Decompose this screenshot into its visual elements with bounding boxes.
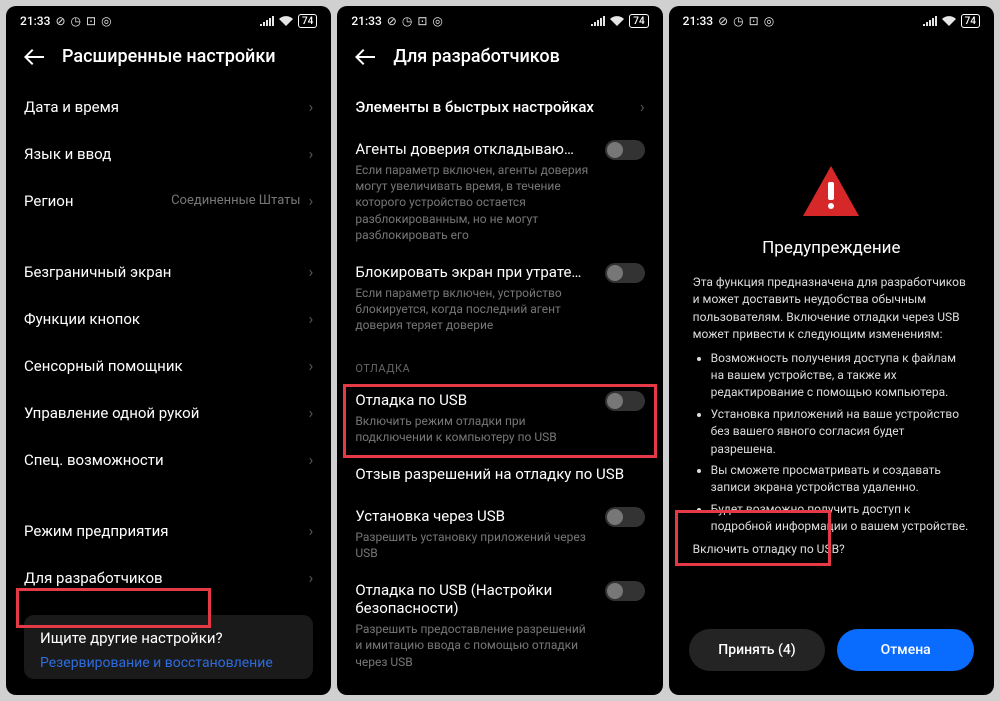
toggle[interactable] [605,581,645,601]
battery-icon: 74 [629,14,648,28]
alarm-off-icon: ⊘ [55,14,65,28]
item-lock-on-trust-lost[interactable]: Блокировать экран при утрате… Если парам… [355,253,644,344]
chevron-right-icon: › [309,97,314,116]
item-onehand[interactable]: Управление одной рукой › [24,389,313,436]
phone-screen-1: 21:33 ⊘ ◷ ⊡ ◎ 74 Расширенные настройки Д… [6,6,331,695]
toggle[interactable] [605,263,645,283]
cancel-button[interactable]: Отмена [837,629,974,671]
chevron-right-icon: › [309,521,314,540]
signal-icon [923,16,937,26]
chevron-right-icon: › [309,356,314,375]
chevron-right-icon: › [309,191,314,210]
accept-button[interactable]: Принять (4) [689,629,826,671]
signal-icon [260,16,274,26]
status-bar: 21:33 ⊘ ◷ ⊡ ◎ 74 [337,6,662,36]
item-edgeless[interactable]: Безграничный экран › [24,248,313,295]
chevron-right-icon: › [309,403,314,422]
back-icon[interactable] [24,49,44,65]
alarm-off-icon: ⊘ [718,14,728,28]
camera-icon: ◎ [764,14,774,28]
item-usb-security[interactable]: Отладка по USB (Настройки безопасности) … [355,571,644,680]
item-trust-agents[interactable]: Агенты доверия откладываю… Если параметр… [355,130,644,253]
item-region[interactable]: Регион Соединенные Штаты › [24,177,313,224]
item-install-usb[interactable]: Установка через USB Разрешить установку … [355,497,644,571]
camera-icon: ◎ [101,14,111,28]
item-revoke-usb[interactable]: Отзыв разрешений на отладку по USB [355,455,644,497]
battery-icon: 74 [298,14,317,28]
camera-icon: ◎ [432,14,442,28]
toggle[interactable] [605,140,645,160]
wifi-icon [279,16,293,26]
highlight-usb-debug [343,384,656,458]
item-quick-settings[interactable]: Элементы в быстрых настройках › [355,83,644,130]
wifi-icon [610,16,624,26]
chevron-right-icon: › [309,309,314,328]
page-title: Для разработчиков [393,46,560,67]
chevron-right-icon: › [309,262,314,281]
toggle[interactable] [605,507,645,527]
dialog-title: Предупреждение [762,238,900,258]
dialog-buttons: Принять (4) Отмена [669,615,994,695]
section-debug: ОТЛАДКА [355,344,644,381]
status-bar: 21:33 ⊘ ◷ ⊡ ◎ 74 [6,6,331,36]
dnd-icon: ⊡ [749,14,759,28]
chevron-right-icon: › [640,97,645,116]
alarm-off-icon: ⊘ [387,14,397,28]
phone-screen-2: 21:33 ⊘ ◷ ⊡ ◎ 74 Для разработчиков Элеме… [337,6,662,695]
chevron-right-icon: › [309,144,314,163]
battery-icon: 74 [961,14,980,28]
chevron-right-icon: › [309,450,314,469]
item-language[interactable]: Язык и ввод › [24,130,313,177]
item-enterprise[interactable]: Режим предприятия › [24,507,313,554]
dnd-icon: ⊡ [417,14,427,28]
header: Расширенные настройки [6,36,331,83]
page-title: Расширенные настройки [62,46,276,67]
dnd-icon: ⊡ [86,14,96,28]
item-touch-assistant[interactable]: Сенсорный помощник › [24,342,313,389]
item-accessibility[interactable]: Спец. возможности › [24,436,313,483]
status-time: 21:33 [683,14,713,28]
back-icon[interactable] [355,49,375,65]
promo-link[interactable]: Резервирование и восстановление [40,655,297,671]
highlight-developer-options [16,588,211,628]
header: Для разработчиков [337,36,662,83]
status-time: 21:33 [351,14,381,28]
status-bar: 21:33 ⊘ ◷ ⊡ ◎ 74 [669,6,994,36]
promo-question: Ищите другие настройки? [40,629,297,647]
warning-icon [803,166,859,220]
item-button-functions[interactable]: Функции кнопок › [24,295,313,342]
chevron-right-icon: › [309,568,314,587]
clock-icon: ◷ [733,14,743,28]
highlight-accept [675,510,831,566]
signal-icon [591,16,605,26]
phone-screen-3: 21:33 ⊘ ◷ ⊡ ◎ 74 Предупреждение Эта [669,6,994,695]
clock-icon: ◷ [402,14,412,28]
clock-icon: ◷ [71,14,81,28]
wifi-icon [942,16,956,26]
item-datetime[interactable]: Дата и время › [24,83,313,130]
status-time: 21:33 [20,14,50,28]
